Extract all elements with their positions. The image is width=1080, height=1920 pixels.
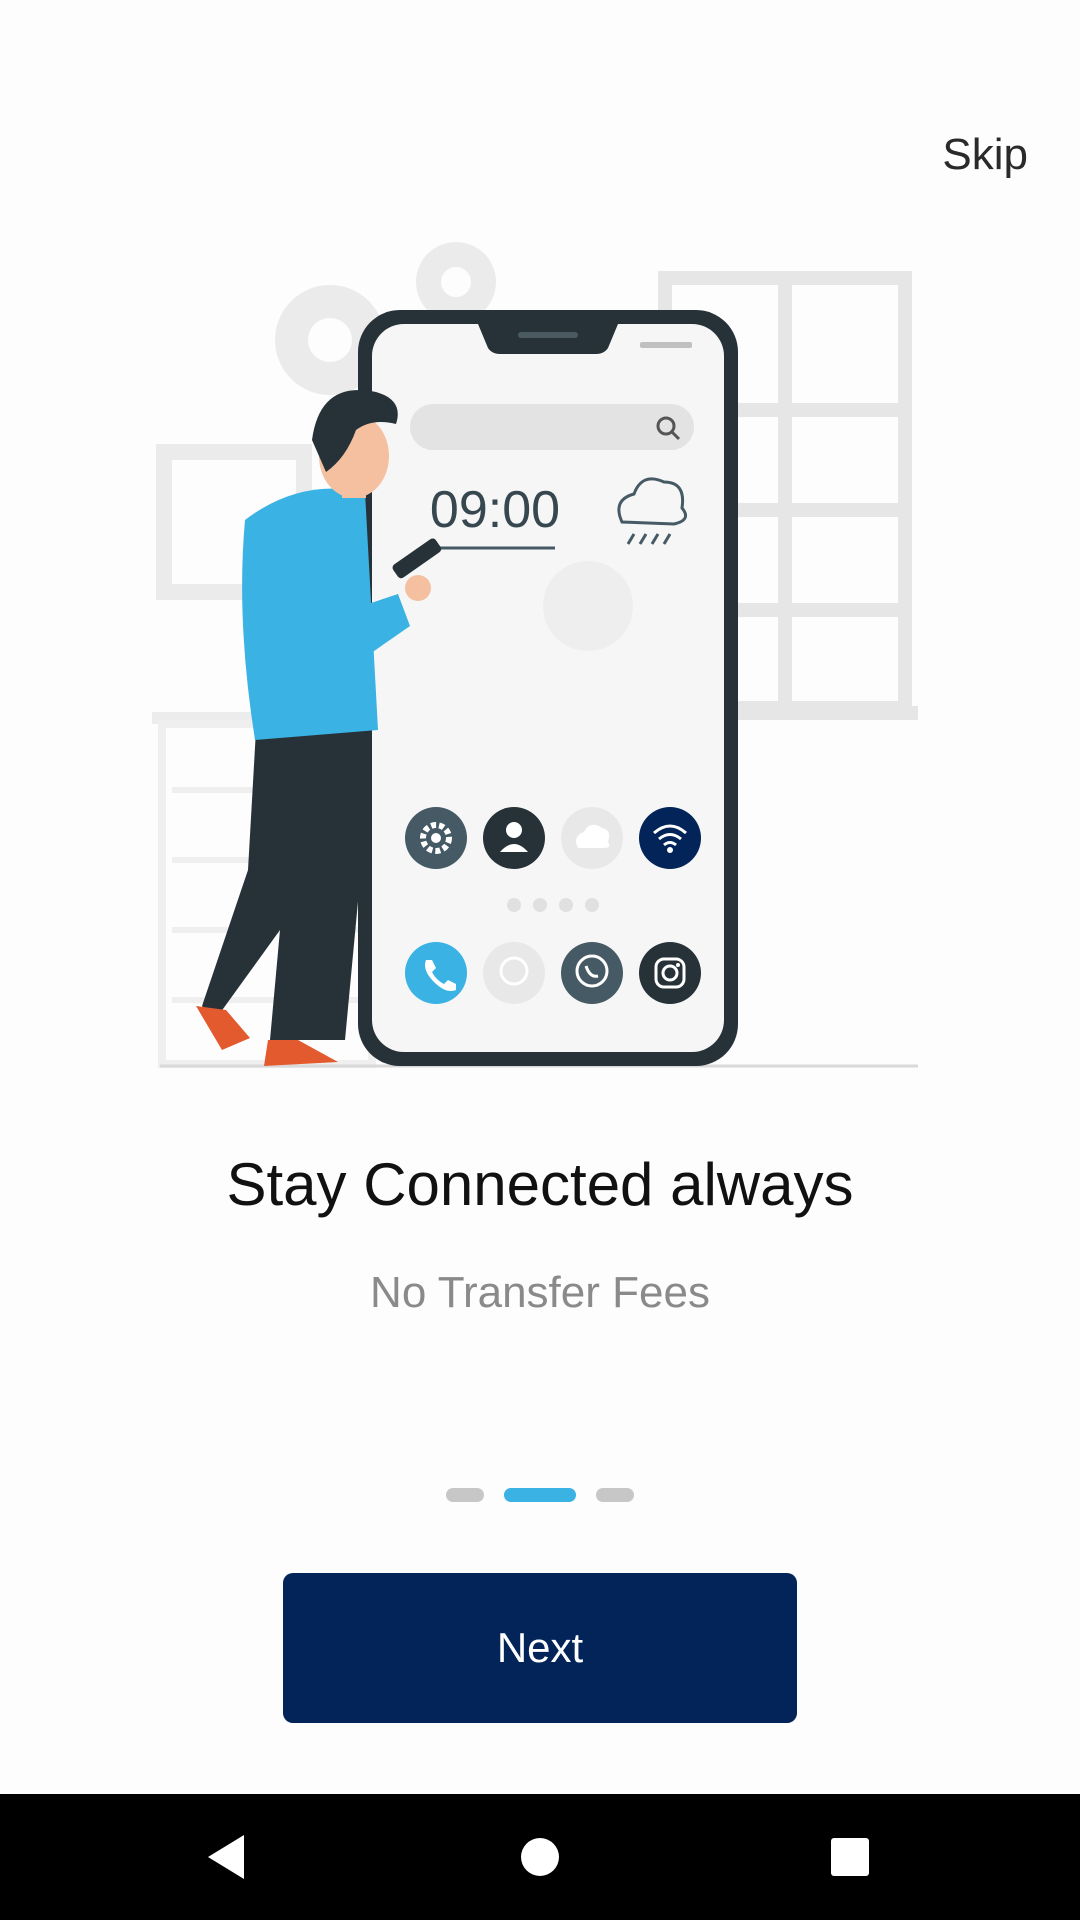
next-button[interactable]: Next [283, 1573, 797, 1723]
instagram-app-icon [639, 942, 701, 1004]
page-indicator [0, 1488, 1080, 1502]
back-button[interactable] [156, 1794, 296, 1920]
recents-icon [831, 1838, 869, 1876]
phone-app-icon [405, 942, 467, 1004]
system-navigation-bar [0, 1794, 1080, 1920]
whatsapp-app-icon [561, 942, 623, 1004]
back-icon [208, 1835, 244, 1879]
page-dot-2-active[interactable] [504, 1488, 576, 1502]
page-dot-1[interactable] [446, 1488, 484, 1502]
phone-illustration: 09:00 [358, 310, 738, 1066]
home-icon [521, 1838, 559, 1876]
wifi-app-icon [639, 807, 701, 869]
page-dot-3[interactable] [596, 1488, 634, 1502]
clock-time: 09:00 [430, 481, 560, 539]
cloud-app-icon [561, 807, 623, 869]
chat-app-icon [483, 942, 545, 1004]
skip-button[interactable]: Skip [942, 130, 1028, 180]
home-button[interactable] [470, 1794, 610, 1920]
settings-app-icon [405, 807, 467, 869]
contacts-app-icon [483, 807, 545, 869]
onboarding-illustration: 09:00 [152, 242, 918, 1068]
recents-button[interactable] [780, 1794, 920, 1920]
onboarding-subtitle: No Transfer Fees [370, 1268, 710, 1317]
onboarding-title: Stay Connected always [226, 1151, 854, 1218]
